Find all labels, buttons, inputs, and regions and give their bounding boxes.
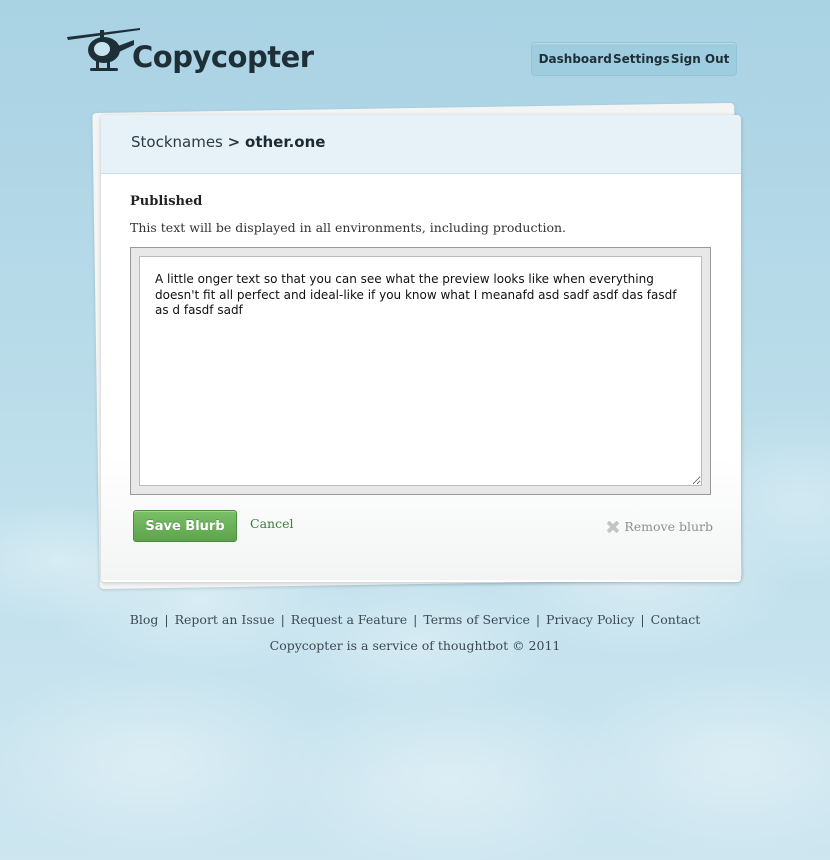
nav-settings[interactable]: Settings xyxy=(613,52,670,66)
footer-link-privacy[interactable]: Privacy Policy xyxy=(546,612,634,627)
status-heading: Published xyxy=(130,194,203,209)
nav-sign-out[interactable]: Sign Out xyxy=(671,52,730,66)
app-name: Copycopter xyxy=(132,40,314,74)
breadcrumb-separator: > xyxy=(227,133,241,151)
x-icon xyxy=(607,521,619,533)
blurb-editor-frame: A little onger text so that you can see … xyxy=(130,247,711,495)
footer-link-request-feature[interactable]: Request a Feature xyxy=(291,612,407,627)
footer-link-terms[interactable]: Terms of Service xyxy=(423,612,530,627)
remove-blurb-label: Remove blurb xyxy=(624,519,713,534)
form-actions: Save Blurb Cancel Remove blurb xyxy=(133,510,713,544)
save-blurb-button[interactable]: Save Blurb xyxy=(133,510,237,542)
footer-link-contact[interactable]: Contact xyxy=(651,612,701,627)
top-nav: Dashboard Settings Sign Out xyxy=(531,42,737,76)
breadcrumb-project[interactable]: Stocknames xyxy=(131,133,223,151)
helicopter-icon xyxy=(67,28,140,71)
blurb-textarea[interactable]: A little onger text so that you can see … xyxy=(139,256,702,486)
remove-blurb-link[interactable]: Remove blurb xyxy=(607,519,713,534)
nav-dashboard[interactable]: Dashboard xyxy=(539,52,612,66)
logo[interactable]: Copycopter xyxy=(66,22,314,78)
breadcrumb-key: other.one xyxy=(245,133,326,151)
footer-link-report-issue[interactable]: Report an Issue xyxy=(175,612,275,627)
breadcrumb: Stocknames > other.one xyxy=(101,115,741,174)
footer-links: Blog | Report an Issue | Request a Featu… xyxy=(129,612,701,627)
environment-hint: This text will be displayed in all envir… xyxy=(130,220,567,235)
cancel-link[interactable]: Cancel xyxy=(250,516,293,531)
footer-link-blog[interactable]: Blog xyxy=(130,612,159,627)
footer-note: Copycopter is a service of thoughtbot © … xyxy=(269,638,561,653)
